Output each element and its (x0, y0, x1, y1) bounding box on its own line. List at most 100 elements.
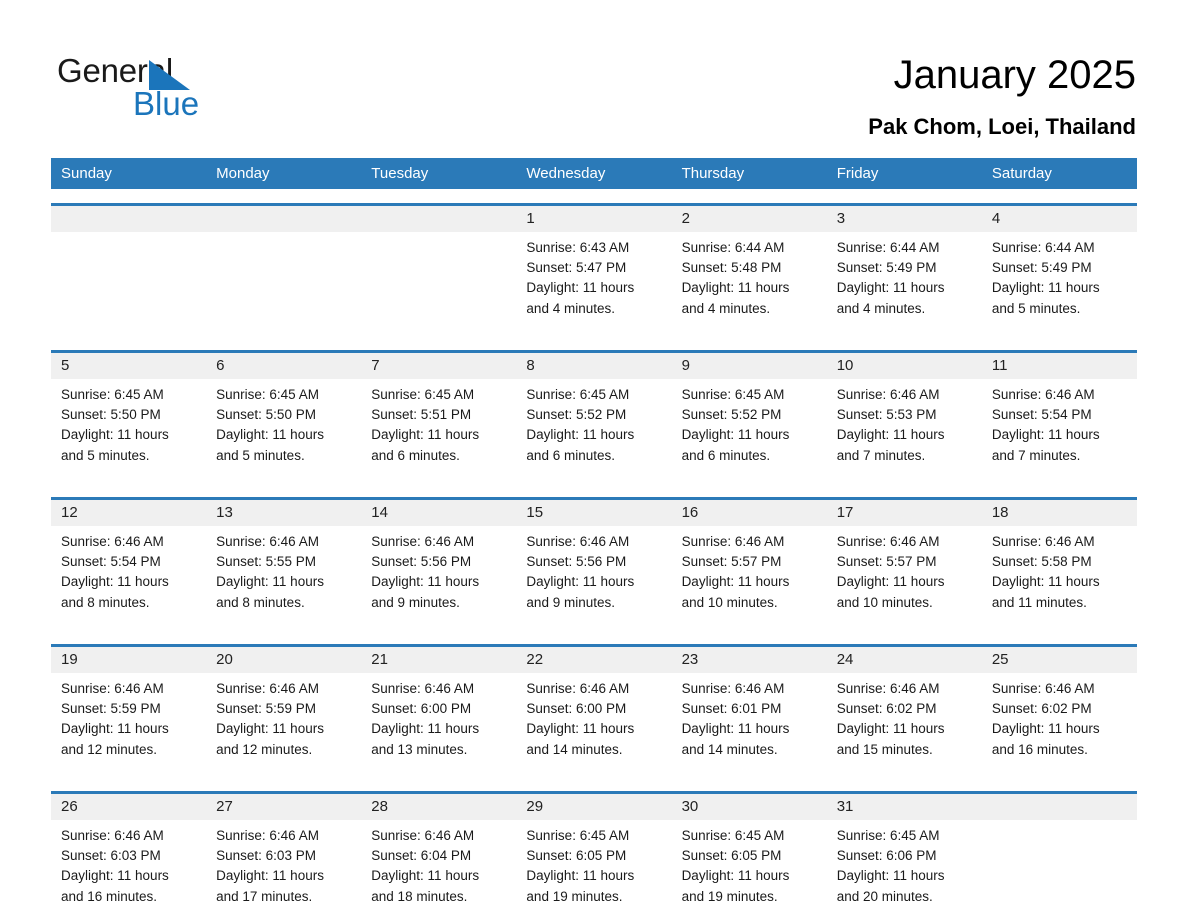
day-number[interactable]: 12 (51, 500, 206, 526)
day-number[interactable]: 10 (827, 353, 982, 379)
day-cell[interactable]: Sunrise: 6:46 AM Sunset: 6:00 PM Dayligh… (361, 673, 516, 777)
day-number[interactable]: 1 (516, 206, 671, 232)
day-cell[interactable]: Sunrise: 6:46 AM Sunset: 5:56 PM Dayligh… (516, 526, 671, 630)
day-cell[interactable]: Sunrise: 6:46 AM Sunset: 6:04 PM Dayligh… (361, 820, 516, 924)
daylight-text-line1: Daylight: 11 hours (61, 721, 169, 737)
day-cell[interactable]: Sunrise: 6:45 AM Sunset: 5:52 PM Dayligh… (672, 379, 827, 483)
day-cell[interactable]: Sunrise: 6:46 AM Sunset: 5:53 PM Dayligh… (827, 379, 982, 483)
daylight-text-line2: and 4 minutes. (836, 300, 926, 316)
day-cell[interactable] (51, 232, 206, 336)
daylight-text-line1: Daylight: 11 hours (61, 868, 169, 884)
day-number[interactable]: 28 (361, 794, 516, 820)
day-number[interactable]: 31 (827, 794, 982, 820)
sunset-text: Sunset: 5:49 PM (836, 260, 937, 276)
day-number[interactable]: 17 (827, 500, 982, 526)
sunrise-text: Sunrise: 6:46 AM (61, 828, 164, 843)
daylight-text-line1: Daylight: 11 hours (681, 574, 790, 590)
day-cell[interactable] (361, 232, 516, 336)
day-cell[interactable]: Sunrise: 6:46 AM Sunset: 6:02 PM Dayligh… (827, 673, 982, 777)
day-number[interactable]: 21 (361, 647, 516, 673)
day-cell[interactable]: Sunrise: 6:44 AM Sunset: 5:49 PM Dayligh… (827, 232, 982, 336)
sunset-text: Sunset: 5:50 PM (216, 407, 316, 423)
day-number[interactable]: 6 (206, 353, 361, 379)
daylight-text-line2: and 5 minutes. (61, 447, 150, 463)
day-cell[interactable]: Sunrise: 6:43 AM Sunset: 5:47 PM Dayligh… (516, 232, 671, 336)
day-number[interactable]: 11 (982, 353, 1137, 379)
weekday-header-wednesday: Wednesday (526, 165, 606, 182)
day-cell[interactable]: Sunrise: 6:46 AM Sunset: 5:57 PM Dayligh… (672, 526, 827, 630)
day-number[interactable]: 7 (361, 353, 516, 379)
day-number[interactable]: 30 (672, 794, 827, 820)
daylight-text-line1: Daylight: 11 hours (216, 868, 324, 884)
sunrise-text: Sunrise: 6:44 AM (836, 240, 940, 255)
day-number[interactable]: 3 (827, 206, 982, 232)
day-number[interactable]: 5 (51, 353, 206, 379)
day-number[interactable]: 13 (206, 500, 361, 526)
daylight-text-line2: and 12 minutes. (216, 741, 313, 757)
day-number[interactable]: 25 (982, 647, 1137, 673)
day-number[interactable]: 22 (516, 647, 671, 673)
day-number[interactable]: 18 (982, 500, 1137, 526)
day-cell[interactable]: Sunrise: 6:46 AM Sunset: 5:59 PM Dayligh… (51, 673, 206, 777)
sunset-text: Sunset: 6:05 PM (526, 848, 627, 864)
day-number[interactable]: 8 (516, 353, 671, 379)
day-cell[interactable]: Sunrise: 6:46 AM Sunset: 5:55 PM Dayligh… (206, 526, 361, 630)
day-cell[interactable]: Sunrise: 6:44 AM Sunset: 5:49 PM Dayligh… (982, 232, 1137, 336)
day-cell[interactable]: Sunrise: 6:45 AM Sunset: 5:50 PM Dayligh… (206, 379, 361, 483)
day-cell[interactable]: Sunrise: 6:45 AM Sunset: 5:52 PM Dayligh… (516, 379, 671, 483)
day-cell[interactable]: Sunrise: 6:46 AM Sunset: 5:59 PM Dayligh… (206, 673, 361, 777)
day-number[interactable]: 14 (361, 500, 516, 526)
sunrise-text: Sunrise: 6:46 AM (526, 681, 630, 696)
day-cell[interactable]: Sunrise: 6:46 AM Sunset: 6:02 PM Dayligh… (982, 673, 1137, 777)
sunrise-text: Sunrise: 6:45 AM (526, 387, 630, 402)
day-number[interactable]: 27 (206, 794, 361, 820)
weekday-header-saturday: Saturday (991, 165, 1052, 182)
day-number[interactable]: 9 (672, 353, 827, 379)
day-cell[interactable]: Sunrise: 6:46 AM Sunset: 6:03 PM Dayligh… (206, 820, 361, 924)
day-number[interactable]: 16 (672, 500, 827, 526)
day-cell[interactable]: Sunrise: 6:46 AM Sunset: 6:00 PM Dayligh… (516, 673, 671, 777)
weekday-header-monday: Monday (216, 165, 270, 182)
day-cell[interactable]: Sunrise: 6:45 AM Sunset: 6:06 PM Dayligh… (827, 820, 982, 924)
day-cell[interactable]: Sunrise: 6:44 AM Sunset: 5:48 PM Dayligh… (672, 232, 827, 336)
daylight-text-line2: and 16 minutes. (991, 741, 1088, 757)
day-number[interactable]: 20 (206, 647, 361, 673)
day-cell[interactable]: Sunrise: 6:46 AM Sunset: 5:57 PM Dayligh… (827, 526, 982, 630)
day-cell[interactable]: Sunrise: 6:46 AM Sunset: 5:56 PM Dayligh… (361, 526, 516, 630)
day-number[interactable] (51, 206, 206, 232)
day-number[interactable] (206, 206, 361, 232)
day-cell[interactable]: Sunrise: 6:46 AM Sunset: 5:54 PM Dayligh… (51, 526, 206, 630)
day-number[interactable] (361, 206, 516, 232)
week-body: Sunrise: 6:46 AM Sunset: 6:03 PM Dayligh… (51, 820, 1137, 924)
day-cell[interactable]: Sunrise: 6:45 AM Sunset: 6:05 PM Dayligh… (672, 820, 827, 924)
sunset-text: Sunset: 6:01 PM (681, 701, 782, 717)
daylight-text-line1: Daylight: 11 hours (681, 721, 790, 737)
sunset-text: Sunset: 5:50 PM (61, 407, 161, 423)
sunrise-text: Sunrise: 6:46 AM (991, 681, 1095, 696)
day-cell[interactable]: Sunrise: 6:46 AM Sunset: 6:03 PM Dayligh… (51, 820, 206, 924)
day-number[interactable]: 19 (51, 647, 206, 673)
weekday-header-friday: Friday (836, 165, 879, 182)
sunset-text: Sunset: 5:54 PM (61, 554, 161, 570)
day-number[interactable]: 15 (516, 500, 671, 526)
day-number[interactable] (982, 794, 1137, 820)
weekday-header-row: Sunday Monday Tuesday Wednesday Thursday… (51, 158, 1137, 189)
sunrise-text: Sunrise: 6:45 AM (61, 387, 164, 402)
day-cell[interactable] (982, 820, 1137, 924)
daylight-text-line1: Daylight: 11 hours (681, 427, 790, 443)
day-number[interactable]: 29 (516, 794, 671, 820)
day-cell[interactable]: Sunrise: 6:46 AM Sunset: 6:01 PM Dayligh… (672, 673, 827, 777)
day-cell[interactable]: Sunrise: 6:45 AM Sunset: 5:50 PM Dayligh… (51, 379, 206, 483)
daylight-text-line1: Daylight: 11 hours (526, 427, 635, 443)
day-number[interactable]: 23 (672, 647, 827, 673)
day-number[interactable]: 2 (672, 206, 827, 232)
day-number[interactable]: 4 (982, 206, 1137, 232)
day-cell[interactable]: Sunrise: 6:46 AM Sunset: 5:58 PM Dayligh… (982, 526, 1137, 630)
day-number[interactable]: 26 (51, 794, 206, 820)
day-number[interactable]: 24 (827, 647, 982, 673)
day-cell[interactable]: Sunrise: 6:46 AM Sunset: 5:54 PM Dayligh… (982, 379, 1137, 483)
day-cell[interactable] (206, 232, 361, 336)
sunrise-text: Sunrise: 6:46 AM (526, 534, 630, 549)
day-cell[interactable]: Sunrise: 6:45 AM Sunset: 5:51 PM Dayligh… (361, 379, 516, 483)
day-cell[interactable]: Sunrise: 6:45 AM Sunset: 6:05 PM Dayligh… (516, 820, 671, 924)
